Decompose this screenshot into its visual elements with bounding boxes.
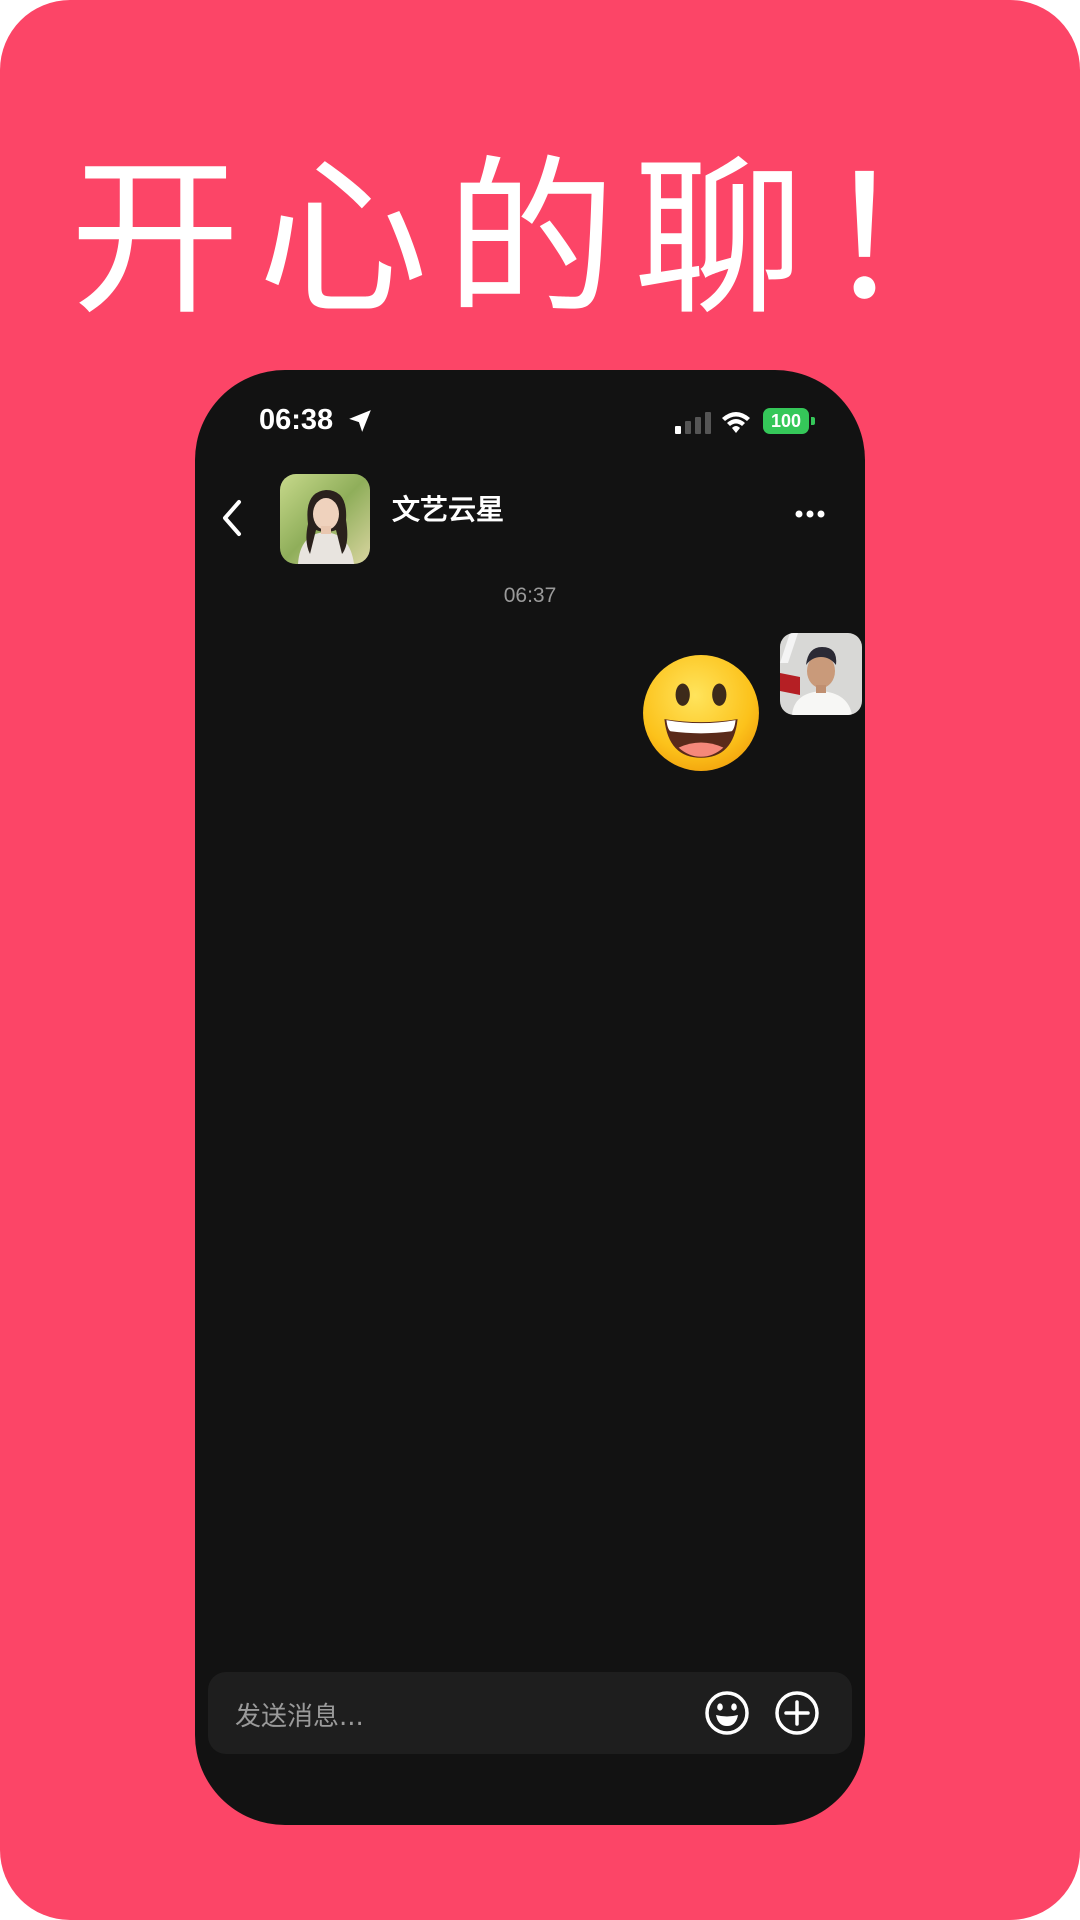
more-dots-icon[interactable] (795, 508, 825, 520)
promo-headline: 开心的聊！ (69, 141, 1010, 339)
battery-icon: 100 (763, 408, 815, 434)
promo-background: 开心的聊！ 06:38 100 文艺云星 06:37 发送消息... (0, 0, 1080, 1920)
grinning-face-emoji[interactable] (640, 652, 762, 774)
location-arrow-icon (349, 410, 371, 432)
message-input-bar: 发送消息... (208, 1672, 852, 1754)
message-timestamp: 06:37 (503, 584, 557, 607)
message-input[interactable]: 发送消息... (235, 1696, 364, 1733)
status-time: 06:38 (259, 404, 334, 436)
plus-circle-icon[interactable] (774, 1690, 820, 1736)
phone-screen: 06:38 100 文艺云星 06:37 发送消息... (195, 370, 865, 1825)
self-avatar[interactable] (780, 633, 862, 715)
contact-avatar[interactable] (280, 474, 370, 564)
back-arrow-icon[interactable] (217, 498, 249, 538)
emoji-smile-icon[interactable] (704, 1690, 750, 1736)
cellular-signal-icon (675, 412, 711, 434)
wifi-icon (722, 412, 750, 433)
battery-cap (811, 417, 815, 425)
battery-level: 100 (763, 408, 809, 434)
contact-name[interactable]: 文艺云星 (392, 488, 504, 528)
